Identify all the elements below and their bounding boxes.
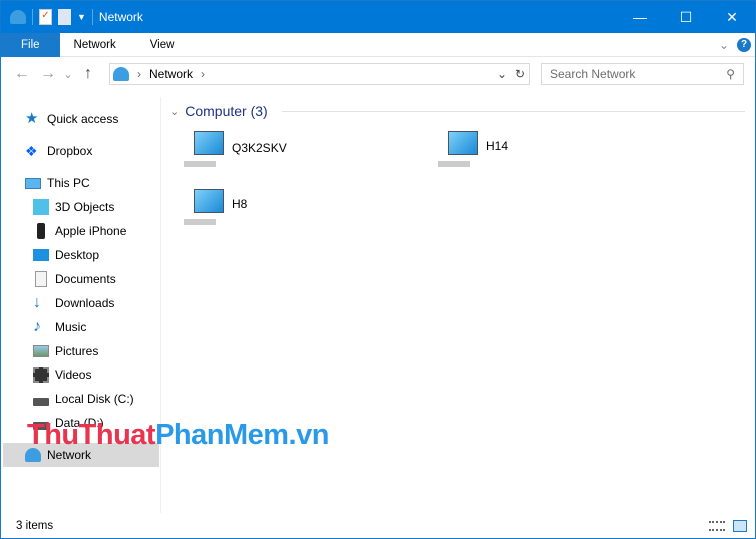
disk-icon [33, 398, 49, 406]
pc-icon [25, 177, 41, 189]
group-header-computer[interactable]: ⌄ Computer (3) [170, 103, 268, 119]
dropbox-icon: ❖ [25, 143, 38, 159]
document-icon [35, 271, 47, 287]
explorer-window: ✓ ▼ Network — ☐ ✕ File Network View ⌄ ? … [0, 0, 756, 539]
network-icon [113, 67, 129, 81]
breadcrumb-network[interactable]: Network [149, 67, 193, 81]
computer-item[interactable]: H14 [436, 131, 508, 171]
desktop-icon [33, 249, 49, 261]
address-bar[interactable]: › Network › ⌄ ↻ [109, 63, 530, 85]
close-button[interactable]: ✕ [709, 1, 755, 33]
computer-item[interactable]: Q3K2SKV [182, 131, 287, 171]
status-bar: 3 items [1, 514, 755, 538]
title-bar: ✓ ▼ Network — ☐ ✕ [1, 1, 755, 33]
sidebar-item-downloads[interactable]: ↓ Downloads [33, 291, 114, 315]
sidebar-item-apple-iphone[interactable]: Apple iPhone [33, 219, 126, 243]
computer-icon [182, 189, 226, 229]
sidebar-item-pictures[interactable]: Pictures [33, 339, 98, 363]
maximize-button[interactable]: ☐ [663, 1, 709, 33]
tab-view[interactable]: View [136, 33, 189, 57]
forward-button[interactable]: → [35, 65, 61, 83]
computer-item[interactable]: H8 [182, 189, 247, 229]
tab-file[interactable]: File [1, 32, 60, 57]
sidebar-item-quick-access[interactable]: ★ Quick access [25, 107, 118, 131]
music-icon: ♪ [33, 318, 41, 335]
sidebar-item-documents[interactable]: Documents [33, 267, 116, 291]
sidebar-item-3d-objects[interactable]: 3D Objects [33, 195, 114, 219]
phone-icon [37, 223, 45, 239]
download-icon: ↓ [33, 294, 41, 311]
address-dropdown[interactable]: ⌄ [497, 67, 507, 81]
pictures-icon [33, 345, 49, 357]
search-icon: ⚲ [726, 67, 735, 81]
new-folder-icon[interactable] [58, 9, 71, 25]
star-icon: ★ [25, 110, 39, 127]
ribbon-expand-icon[interactable]: ⌄ [719, 38, 729, 52]
sidebar-item-music[interactable]: ♪ Music [33, 315, 86, 339]
chevron-down-icon: ⌄ [170, 105, 180, 118]
refresh-button[interactable]: ↻ [515, 67, 525, 81]
group-divider [282, 111, 745, 112]
watermark: ThuThuatPhanMem.vn [27, 419, 329, 451]
minimize-button[interactable]: — [617, 1, 663, 33]
item-count: 3 items [16, 520, 54, 532]
customize-toolbar-icon[interactable]: ▼ [77, 12, 86, 22]
large-icons-view-button[interactable] [733, 520, 747, 532]
cube-icon [33, 199, 49, 215]
recent-locations-button[interactable]: ⌄ [61, 68, 75, 81]
sidebar-item-local-disk-c[interactable]: Local Disk (C:) [33, 387, 134, 411]
network-icon [10, 10, 26, 24]
video-icon [33, 367, 49, 383]
sidebar-item-desktop[interactable]: Desktop [33, 243, 99, 267]
up-button[interactable]: ↑ [75, 65, 101, 83]
properties-icon[interactable]: ✓ [39, 9, 52, 25]
sidebar-item-this-pc[interactable]: This PC [25, 171, 90, 195]
back-button[interactable]: ← [9, 65, 35, 83]
help-icon[interactable]: ? [737, 37, 751, 52]
details-view-button[interactable] [709, 521, 725, 531]
tab-network[interactable]: Network [60, 33, 130, 57]
sidebar-item-videos[interactable]: Videos [33, 363, 91, 387]
window-title: Network [98, 10, 143, 24]
computer-icon [436, 131, 480, 171]
computer-icon [182, 131, 226, 171]
search-input[interactable]: Search Network ⚲ [541, 63, 744, 85]
sidebar-item-dropbox[interactable]: ❖ Dropbox [25, 139, 92, 163]
ribbon: File Network View ⌄ ? [1, 32, 755, 57]
